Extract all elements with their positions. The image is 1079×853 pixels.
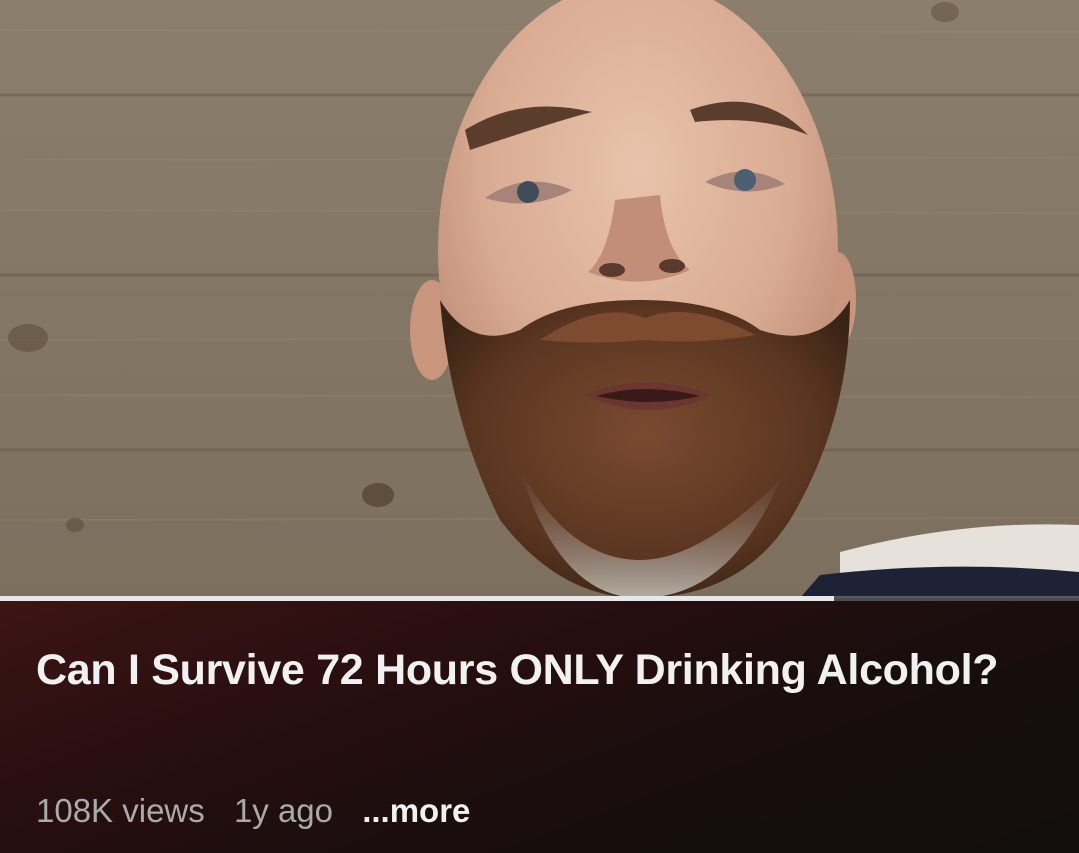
video-player[interactable] <box>0 0 1079 598</box>
video-meta: 108K views 1y ago ...more <box>36 791 470 831</box>
video-watch-screen: Can I Survive 72 Hours ONLY Drinking Alc… <box>0 0 1079 853</box>
upload-age: 1y ago <box>233 792 334 829</box>
video-title[interactable]: Can I Survive 72 Hours ONLY Drinking Alc… <box>36 641 1036 699</box>
view-count: 108K views <box>36 792 205 829</box>
video-frame <box>0 0 1079 598</box>
video-info-panel: Can I Survive 72 Hours ONLY Drinking Alc… <box>0 601 1079 853</box>
more-button[interactable]: ...more <box>362 791 470 831</box>
